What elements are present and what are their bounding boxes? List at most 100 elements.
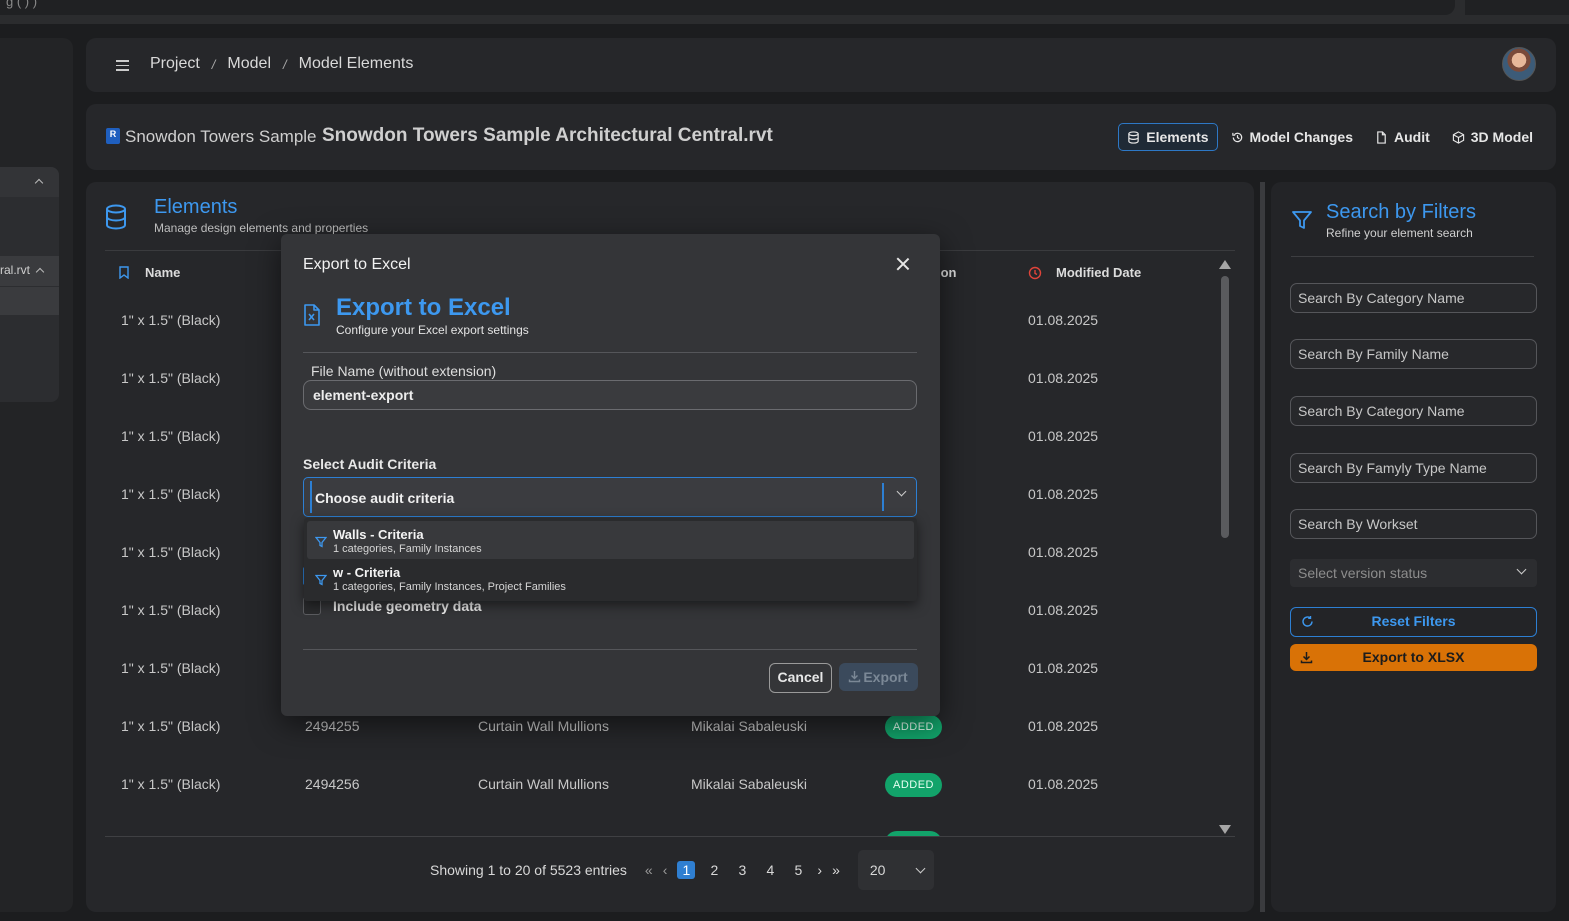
audit-criteria-label: Select Audit Criteria (303, 456, 437, 472)
model-file-name: Snowdon Towers Sample Architectural Cent… (322, 125, 773, 146)
last-page-icon[interactable]: » (832, 862, 840, 878)
cell-category: Curtain Wall Mullions (478, 776, 609, 792)
cell-modified-date: 01.08.2025 (1028, 486, 1099, 502)
cell-modified-date: 01.08.2025 (1028, 602, 1099, 618)
column-header-name-label: Name (145, 265, 181, 280)
page-1[interactable]: 1 (677, 861, 696, 879)
column-header-modified-label: Modified Date (1056, 265, 1142, 280)
revit-file-icon: R (106, 128, 120, 144)
column-header-modified[interactable]: Modified Date (1028, 265, 1141, 280)
table-row[interactable]: 1" x 1.5" (Black)2494257Curtain Wall Mul… (105, 814, 1217, 836)
menu-icon[interactable] (116, 60, 129, 74)
export-button-label: Export (863, 669, 908, 685)
browser-hint-text: g ( ) ) (6, 0, 38, 9)
clock-icon (1028, 266, 1042, 279)
filter-icon (315, 574, 327, 586)
table-row[interactable]: 1" x 1.5" (Black) 2494256 Curtain Wall Mul… (105, 756, 1217, 814)
filters-title: Search by Filters (1326, 201, 1477, 223)
cancel-button[interactable]: Cancel (769, 663, 832, 693)
cell-modified-date: 01.08.2025 (1028, 428, 1099, 444)
page-5[interactable]: 5 (789, 861, 807, 879)
pagination-summary: Showing 1 to 20 of 5523 entries (430, 862, 627, 878)
search-category-input[interactable]: Search By Category Name (1290, 283, 1537, 313)
cube-icon (1452, 130, 1464, 144)
reset-filters-button[interactable]: Reset Filters (1290, 607, 1537, 637)
breadcrumb-separator: / (283, 56, 287, 72)
breadcrumb: Project / Model / Model Elements (150, 55, 413, 73)
page-2[interactable]: 2 (705, 861, 723, 879)
divider (303, 352, 917, 353)
tab-elements-label: Elements (1146, 129, 1209, 145)
cell-name: 1" x 1.5" (Black) (121, 370, 221, 386)
left-sidebar-subitem[interactable] (0, 287, 59, 315)
export-button[interactable]: Export (839, 663, 918, 691)
dialog-subtitle: Configure your Excel export settings (336, 323, 529, 337)
cell-name: 1" x 1.5" (Black) (121, 776, 221, 792)
export-excel-dialog: Export to Excel Export to Excel Configur… (281, 234, 940, 716)
search-category-input-2[interactable]: Search By Category Name (1290, 396, 1537, 426)
prev-page-icon[interactable]: ‹ (663, 862, 668, 878)
chevron-up-icon (35, 267, 45, 277)
excel-file-icon (304, 304, 320, 326)
table-scrollbar[interactable] (1218, 258, 1232, 836)
search-family-input[interactable]: Search By Family Name (1290, 339, 1537, 369)
bookmark-icon (119, 266, 129, 279)
scroll-down-arrow-icon[interactable] (1219, 825, 1231, 834)
cell-user: Mikalai Sabaleuski (691, 718, 807, 734)
file-name-label: File Name (without extension) (311, 363, 497, 379)
cell-modified-date: 01.08.2025 (1028, 312, 1099, 328)
cell-modified-date: 01.08.2025 (1028, 544, 1099, 560)
tab-audit[interactable]: Audit (1366, 123, 1439, 151)
model-nav-tabs: Elements Model Changes Audit 3D Model (1118, 123, 1542, 151)
cell-modified-date: 01.08.2025 (1028, 370, 1099, 386)
tab-model-changes[interactable]: Model Changes (1222, 123, 1362, 151)
next-page-icon[interactable]: › (817, 862, 822, 878)
status-badge: ADDED (885, 773, 942, 797)
criteria-option-walls[interactable]: Walls - Criteria 1 categories, Family In… (307, 521, 914, 559)
page-4[interactable]: 4 (761, 861, 779, 879)
criteria-option-detail: 1 categories, Family Instances, Project … (333, 581, 566, 593)
page-size-select[interactable]: 20 (857, 850, 934, 890)
filters-subtitle: Refine your element search (1326, 226, 1473, 240)
scrollbar-thumb[interactable] (1221, 276, 1229, 538)
left-sidebar-group-header[interactable] (0, 167, 59, 197)
document-icon (1377, 130, 1386, 144)
avatar[interactable] (1502, 47, 1536, 81)
breadcrumb-project[interactable]: Project (150, 55, 200, 73)
cell-name: 1" x 1.5" (Black) (121, 660, 221, 676)
close-icon[interactable] (896, 257, 910, 271)
column-header-name[interactable]: Name (119, 265, 180, 280)
criteria-option-detail: 1 categories, Family Instances (333, 543, 482, 555)
tab-elements[interactable]: Elements (1118, 123, 1218, 151)
export-xlsx-button[interactable]: Export to XLSX (1290, 644, 1537, 671)
filter-icon (1292, 211, 1312, 229)
page-3[interactable]: 3 (733, 861, 751, 879)
tab-3d-model[interactable]: 3D Model (1443, 123, 1542, 151)
panel-splitter[interactable] (1260, 182, 1265, 912)
elements-title: Elements (154, 196, 238, 218)
browser-address-bar[interactable] (0, 0, 1455, 15)
chevron-down-icon (915, 863, 926, 873)
select-cursor (310, 481, 312, 513)
top-header: Project / Model / Model Elements (86, 38, 1556, 92)
breadcrumb-model[interactable]: Model (227, 55, 271, 73)
download-icon (848, 671, 861, 683)
scroll-up-arrow-icon[interactable] (1219, 260, 1231, 269)
version-status-placeholder: Select version status (1298, 565, 1428, 581)
version-status-select[interactable]: Select version status (1290, 559, 1537, 587)
criteria-option-w[interactable]: w - Criteria 1 categories, Family Instan… (307, 559, 914, 597)
first-page-icon[interactable]: « (645, 862, 653, 878)
status-badge: ADDED (885, 715, 942, 739)
search-family-type-input[interactable]: Search By Famyly Type Name (1290, 453, 1537, 483)
dialog-title: Export to Excel (336, 294, 511, 321)
refresh-icon (1302, 616, 1313, 627)
breadcrumb-model-elements: Model Elements (298, 55, 414, 72)
left-sidebar-model-item[interactable]: ral.rvt (0, 256, 59, 286)
file-name-input[interactable]: element-export (303, 380, 917, 410)
criteria-option-title: w - Criteria (333, 565, 401, 580)
search-workset-input[interactable]: Search By Workset (1290, 509, 1537, 539)
table-bottom-border (105, 836, 1235, 837)
download-icon (1300, 652, 1313, 664)
audit-criteria-select[interactable]: Choose audit criteria (303, 477, 917, 517)
chevron-down-icon[interactable] (896, 486, 907, 497)
